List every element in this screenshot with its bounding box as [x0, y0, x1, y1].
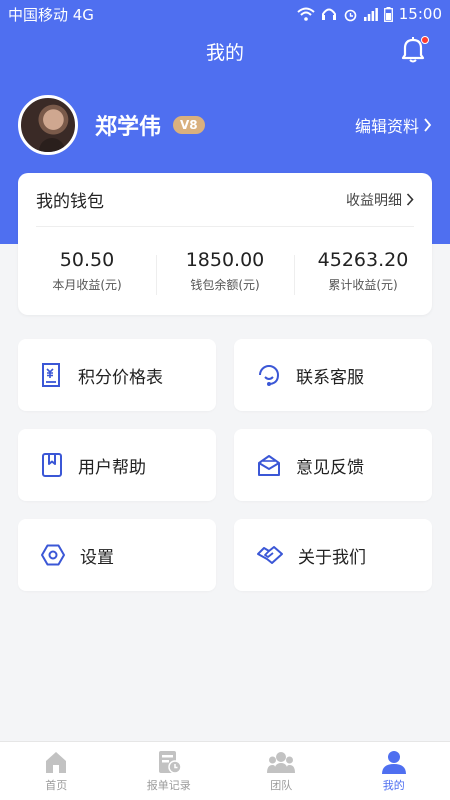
help-book-icon: [42, 453, 62, 477]
page-title: 我的: [205, 41, 244, 64]
menu-item-label: 积分价格表: [78, 367, 163, 388]
menu-item-about-us[interactable]: 关于我们: [234, 519, 432, 591]
tab-label: 我的: [382, 778, 405, 792]
tab-team[interactable]: 团队: [225, 742, 338, 800]
menu-item-user-help[interactable]: 用户帮助: [18, 429, 216, 501]
menu-item-customer-service[interactable]: 联系客服: [234, 339, 432, 411]
carrier-label: 中国移动 4G: [8, 5, 94, 24]
status-bar: 中国移动 4G 15:00: [0, 0, 450, 28]
edit-profile-label: 编辑资料: [354, 117, 419, 136]
notification-dot: [421, 36, 429, 44]
tab-label: 报单记录: [146, 778, 191, 792]
team-icon: [267, 751, 296, 773]
bottom-tab-bar: 首页 报单记录 团队 我的: [0, 741, 450, 800]
notification-button[interactable]: [400, 36, 429, 64]
clock-label: 15:00: [398, 5, 442, 23]
feedback-icon: [258, 455, 280, 476]
stat-value: 1850.00: [185, 249, 265, 271]
headphones-icon: [321, 8, 336, 20]
menu-item-label: 设置: [80, 547, 114, 568]
price-list-icon: [42, 363, 60, 387]
navigation-bar: 我的: [0, 28, 450, 74]
menu-item-settings[interactable]: 设置: [18, 519, 216, 591]
settings-icon: [41, 544, 65, 566]
stat-monthly-earnings[interactable]: 50.50 本月收益(元): [18, 249, 156, 293]
wallet-title: 我的钱包: [36, 192, 104, 212]
menu-item-feedback[interactable]: 意见反馈: [234, 429, 432, 501]
tab-home[interactable]: 首页: [0, 742, 113, 800]
status-icons: 15:00: [297, 5, 442, 23]
vip-level-badge: V8: [173, 116, 205, 134]
menu-item-label: 意见反馈: [296, 457, 364, 478]
wallet-card: 我的钱包 收益明细 50.50 本月收益(元) 1850.00 钱包余额(元) …: [18, 173, 432, 315]
wifi-icon: [297, 7, 315, 21]
stat-label: 钱包余额(元): [190, 278, 260, 292]
tab-label: 团队: [270, 778, 293, 792]
tab-label: 首页: [45, 778, 68, 792]
stat-label: 本月收益(元): [52, 278, 122, 292]
avatar[interactable]: [18, 95, 78, 155]
stat-total-earnings[interactable]: 45263.20 累计收益(元): [294, 249, 432, 295]
customer-service-icon: [259, 365, 279, 386]
stat-value: 50.50: [59, 249, 115, 271]
username: 郑学伟: [95, 115, 162, 140]
battery-icon: [383, 6, 393, 22]
menu-item-label: 联系客服: [296, 367, 364, 388]
menu-item-price-list[interactable]: 积分价格表: [18, 339, 216, 411]
edit-profile-link[interactable]: 编辑资料: [355, 113, 432, 137]
home-icon: [46, 751, 67, 773]
stat-wallet-balance[interactable]: 1850.00 钱包余额(元): [156, 249, 294, 295]
menu-item-label: 关于我们: [298, 547, 366, 568]
alarm-icon: [344, 9, 357, 21]
earnings-detail-label: 收益明细: [346, 192, 402, 209]
handshake-icon: [257, 546, 283, 564]
wallet-stats: 50.50 本月收益(元) 1850.00 钱包余额(元) 45263.20 累…: [18, 227, 432, 315]
tab-my-profile[interactable]: 我的: [338, 742, 450, 800]
earnings-detail-link[interactable]: 收益明细: [346, 190, 414, 210]
stat-value: 45263.20: [317, 249, 409, 271]
tab-records[interactable]: 报单记录: [113, 742, 226, 800]
records-icon: [158, 750, 182, 774]
signal-icon: [363, 7, 378, 21]
menu-item-label: 用户帮助: [78, 457, 146, 478]
chevron-right-icon: [406, 193, 414, 206]
chevron-right-icon: [424, 118, 432, 132]
wallet-header: 我的钱包 收益明细: [36, 173, 414, 227]
stat-label: 累计收益(元): [328, 278, 398, 292]
profile-icon: [381, 750, 406, 774]
profile-section: 郑学伟 V8 编辑资料: [18, 94, 432, 156]
